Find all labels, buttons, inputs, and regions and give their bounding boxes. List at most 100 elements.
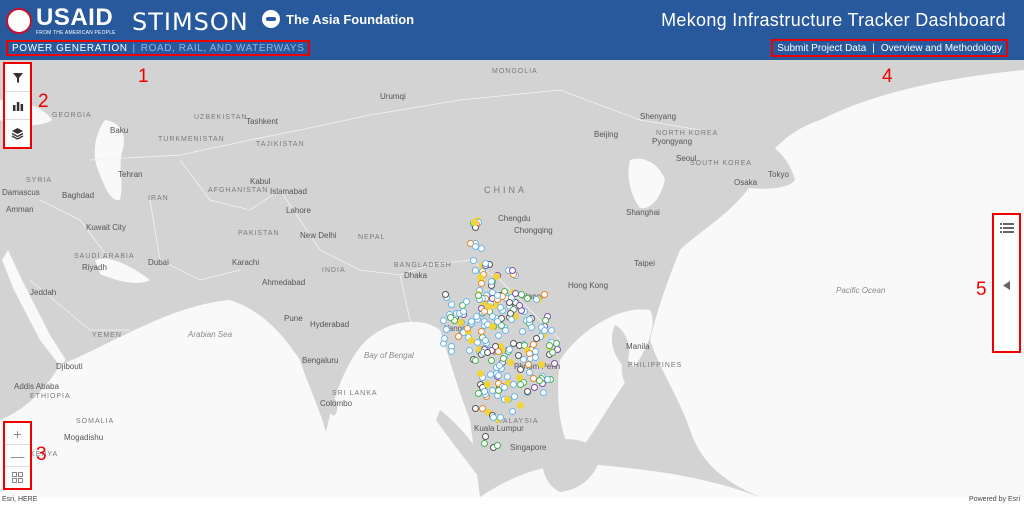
map-label: GEORGIA (52, 112, 92, 119)
project-point[interactable] (515, 373, 523, 381)
map-label: SOMALIA (76, 418, 115, 425)
project-point[interactable] (496, 361, 504, 369)
basemap-gallery-icon (12, 472, 23, 483)
project-point[interactable] (440, 317, 447, 325)
asia-foundation-logo[interactable]: The Asia Foundation (262, 10, 414, 28)
project-point[interactable] (532, 295, 540, 303)
project-point[interactable] (469, 256, 477, 264)
project-point[interactable] (527, 324, 535, 332)
collapse-arrow-icon[interactable] (1003, 281, 1010, 290)
project-point[interactable] (470, 219, 478, 227)
map-label: AFGHANISTAN (208, 187, 269, 194)
project-point[interactable] (517, 365, 525, 373)
map-label: Kuwait City (86, 223, 127, 232)
project-point[interactable] (441, 291, 449, 299)
overview-methodology-link[interactable]: Overview and Methodology (881, 43, 1002, 54)
header-links: Submit Project Data | Overview and Metho… (771, 39, 1008, 57)
project-point[interactable] (511, 392, 519, 400)
tab-power-generation[interactable]: POWER GENERATION (12, 43, 128, 54)
usaid-wordmark: USAID (36, 3, 114, 31)
map-label: BANGLADESH (394, 262, 452, 269)
attribution-left[interactable]: Esri, HERE (2, 496, 37, 503)
project-point[interactable] (505, 298, 513, 306)
project-point[interactable] (541, 316, 549, 324)
map-label: Damascus (2, 188, 40, 197)
project-point[interactable] (460, 307, 468, 315)
project-point[interactable] (489, 312, 497, 320)
project-point[interactable] (547, 327, 555, 335)
filter-button[interactable] (5, 64, 30, 92)
project-point[interactable] (525, 368, 533, 376)
usaid-seal-icon (6, 8, 32, 34)
map-toolbar (3, 62, 32, 149)
project-point[interactable] (487, 357, 495, 365)
map-label: Bengaluru (302, 356, 339, 365)
legend-side-panel[interactable] (992, 213, 1021, 353)
map-label: Mogadishu (64, 433, 104, 442)
map-label: Kabul (250, 177, 271, 186)
project-point[interactable] (494, 347, 502, 355)
map-label: Addis Ababa (14, 382, 59, 391)
map-label: Chongqing (514, 226, 553, 235)
project-point[interactable] (467, 336, 475, 344)
project-point[interactable] (481, 260, 489, 268)
project-point[interactable] (487, 277, 495, 285)
project-point[interactable] (530, 383, 538, 391)
map-label: Chengdu (498, 214, 531, 223)
project-point[interactable] (537, 360, 545, 368)
list-icon[interactable] (1000, 223, 1014, 233)
project-point[interactable] (499, 354, 507, 362)
layers-button[interactable] (5, 120, 30, 147)
map-label: PAKISTAN (238, 230, 280, 237)
project-point[interactable] (502, 326, 510, 334)
project-point[interactable] (529, 340, 537, 348)
map-label: NEPAL (358, 234, 386, 241)
map-view[interactable]: MONGOLIA CHINA Urumqi Shenyang NORTH KOR… (0, 60, 1024, 497)
usaid-logo[interactable]: USAID FROM THE AMERICAN PEOPLE (6, 3, 116, 36)
project-point[interactable] (480, 388, 488, 396)
map-label: Pacific Ocean (836, 286, 886, 295)
zoom-out-icon: — (10, 447, 25, 464)
app-header: USAID FROM THE AMERICAN PEOPLE STIMSON T… (0, 0, 1024, 60)
map-label: ETHIOPIA (30, 393, 71, 400)
map-label: NORTH KOREA (656, 130, 719, 137)
basemap-gallery-button[interactable] (5, 467, 30, 488)
charts-button[interactable] (5, 92, 30, 120)
zoom-in-button[interactable]: + (5, 423, 30, 445)
project-point[interactable] (447, 301, 455, 309)
map-label: Riyadh (82, 263, 107, 272)
map-label: Beijing (594, 130, 619, 139)
project-point[interactable] (508, 267, 516, 275)
project-point[interactable] (471, 404, 479, 412)
project-point[interactable] (475, 291, 483, 299)
project-point[interactable] (494, 332, 502, 340)
map-label: Osaka (734, 178, 758, 187)
map-label: SYRIA (26, 177, 53, 184)
tab-road-rail-waterways[interactable]: ROAD, RAIL, AND WATERWAYS (141, 43, 305, 54)
map-label: IRAN (148, 195, 169, 202)
map-attribution: Esri, HERE Powered by Esri (0, 496, 1024, 505)
project-point[interactable] (471, 243, 479, 251)
map-label: Djibouti (56, 362, 83, 371)
zoom-out-button[interactable]: — (5, 445, 30, 467)
project-point[interactable] (476, 370, 484, 378)
project-point[interactable] (535, 376, 543, 384)
project-point[interactable] (488, 322, 496, 330)
project-point[interactable] (505, 345, 513, 353)
project-point[interactable] (454, 332, 462, 340)
map-label: Taipei (634, 259, 655, 268)
stimson-logo[interactable]: STIMSON (132, 8, 249, 36)
map-label: Tehran (118, 170, 143, 179)
project-point[interactable] (509, 380, 517, 388)
project-point[interactable] (507, 315, 515, 323)
submit-project-data-link[interactable]: Submit Project Data (777, 43, 866, 54)
callout-number: 2 (38, 91, 49, 112)
attribution-right[interactable]: Powered by Esri (969, 496, 1020, 503)
map-label: Shenyang (640, 112, 677, 121)
project-point[interactable] (508, 407, 516, 415)
project-point[interactable] (477, 327, 485, 335)
project-point[interactable] (532, 353, 540, 361)
callout-number: 4 (882, 66, 893, 87)
map-label: Shanghai (626, 208, 660, 217)
map-label: Singapore (510, 443, 547, 452)
